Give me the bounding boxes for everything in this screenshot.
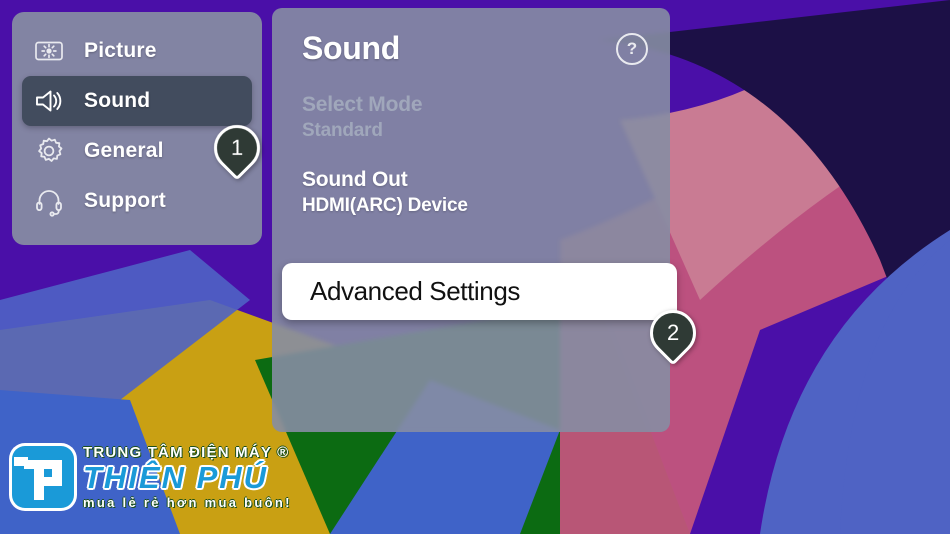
advanced-settings-row[interactable]: Advanced Settings — [282, 263, 677, 320]
advanced-settings-label: Advanced Settings — [310, 276, 521, 306]
option-value: Standard — [302, 120, 383, 141]
sound-option-list: Select Mode Standard Sound Out HDMI(ARC)… — [272, 93, 670, 217]
panel-header: Sound ? — [272, 8, 670, 67]
sidebar-item-label: Sound — [84, 89, 151, 112]
logo-text-block: TRUNG TÂM ĐIỆN MÁY ® THIÊN PHÚ mua lẻ rẻ… — [83, 445, 292, 509]
tp-monogram-icon — [14, 457, 62, 500]
option-select-mode[interactable]: Select Mode Standard — [302, 93, 640, 142]
picture-icon — [32, 34, 66, 68]
option-title: Sound Out — [302, 168, 408, 191]
sidebar-item-label: Support — [84, 189, 166, 212]
sound-settings-panel: Sound ? Select Mode Standard Sound Out H… — [272, 8, 670, 432]
step-pin-number: 2 — [666, 320, 680, 345]
option-sound-out[interactable]: Sound Out HDMI(ARC) Device — [302, 168, 640, 217]
watermark-logo: TRUNG TÂM ĐIỆN MÁY ® THIÊN PHÚ mua lẻ rẻ… — [12, 445, 292, 509]
sidebar-item-label: Picture — [84, 39, 157, 62]
logo-mark-icon — [12, 446, 74, 508]
speaker-icon — [32, 84, 66, 118]
sidebar-item-support[interactable]: Support — [22, 176, 252, 226]
sidebar-item-sound[interactable]: Sound — [22, 76, 252, 126]
logo-top-line: TRUNG TÂM ĐIỆN MÁY ® — [83, 444, 290, 461]
option-value: HDMI(ARC) Device — [302, 195, 468, 216]
gear-icon — [32, 134, 66, 168]
sidebar-item-picture[interactable]: Picture — [22, 26, 252, 76]
option-title: Select Mode — [302, 93, 423, 116]
help-icon[interactable]: ? — [616, 32, 648, 65]
headset-icon — [32, 184, 66, 218]
tv-settings-screen: Picture Sound General Support Sound ? Se… — [0, 0, 950, 534]
step-pin-number: 1 — [230, 135, 244, 160]
logo-tagline: mua lẻ rẻ hơn mua buôn! — [83, 495, 292, 510]
page-title: Sound — [302, 30, 401, 66]
sidebar-item-label: General — [84, 139, 164, 162]
logo-brand-name: THIÊN PHÚ — [83, 460, 269, 495]
